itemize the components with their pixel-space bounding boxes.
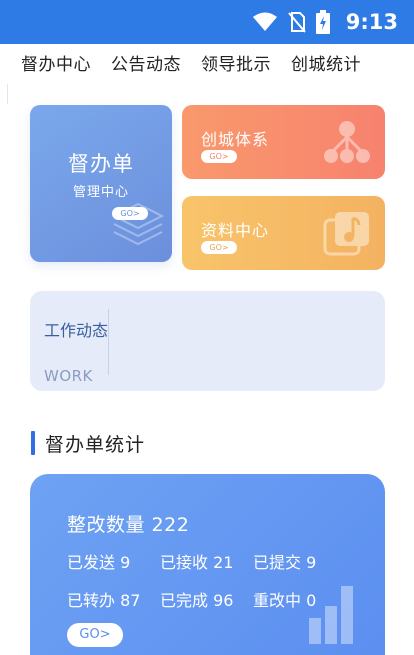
statistics-card[interactable]: 整改数量 222 已发送 9 已接收 21 已提交 9 已转办 87 已完成 9… xyxy=(30,474,385,655)
battery-charging-icon xyxy=(315,10,330,34)
stat-redoing: 重改中 0 xyxy=(253,591,317,610)
resource-center-title: 资料中心 xyxy=(201,221,270,240)
stat-sent: 已发送 9 xyxy=(67,553,131,572)
top-tab-bar: 督办中心 公告动态 领导批示 创城统计 xyxy=(0,44,414,80)
resource-center-go-button[interactable]: GO> xyxy=(201,241,237,254)
work-news-english: WORK xyxy=(44,367,93,385)
rectification-total: 整改数量 222 xyxy=(67,514,190,536)
resource-center-card[interactable]: 资料中心 GO> xyxy=(182,196,385,270)
divider xyxy=(7,84,8,104)
status-time: 9:13 xyxy=(345,10,398,34)
no-sim-icon xyxy=(288,12,306,33)
section-title: 督办单统计 xyxy=(45,434,146,456)
supervision-go-button[interactable]: GO> xyxy=(112,207,148,220)
stats-row: 已发送 9 已接收 21 已提交 9 xyxy=(67,549,346,573)
stat-received: 已接收 21 xyxy=(160,553,234,572)
music-folder-icon xyxy=(323,212,369,256)
supervision-subtitle: 管理中心 xyxy=(72,185,129,200)
stat-submitted: 已提交 9 xyxy=(253,553,317,572)
work-news-card[interactable]: 工作动态 WORK xyxy=(30,291,385,391)
work-news-label: 工作动态 xyxy=(44,321,109,340)
supervision-title: 督办单 xyxy=(68,152,134,176)
stat-transferred: 已转办 87 xyxy=(67,591,141,610)
stats-row: 已转办 87 已完成 96 重改中 0 xyxy=(67,587,346,611)
section-accent-bar xyxy=(31,431,35,455)
supervision-card[interactable]: 督办单 管理中心 GO> xyxy=(30,105,172,262)
statistics-go-button[interactable]: GO> xyxy=(67,623,123,647)
org-chart-icon xyxy=(324,121,370,163)
stat-completed: 已完成 96 xyxy=(160,591,234,610)
status-bar: 9:13 xyxy=(0,0,414,44)
city-system-go-button[interactable]: GO> xyxy=(201,150,237,163)
divider xyxy=(108,309,109,375)
tab-supervision-center[interactable]: 督办中心 xyxy=(21,50,91,75)
wifi-icon xyxy=(252,12,277,31)
city-system-title: 创城体系 xyxy=(201,130,270,149)
tab-announcements[interactable]: 公告动态 xyxy=(111,50,181,75)
tab-leader-instructions[interactable]: 领导批示 xyxy=(201,50,271,75)
tab-city-statistics[interactable]: 创城统计 xyxy=(291,50,361,75)
city-system-card[interactable]: 创城体系 GO> xyxy=(182,105,385,179)
